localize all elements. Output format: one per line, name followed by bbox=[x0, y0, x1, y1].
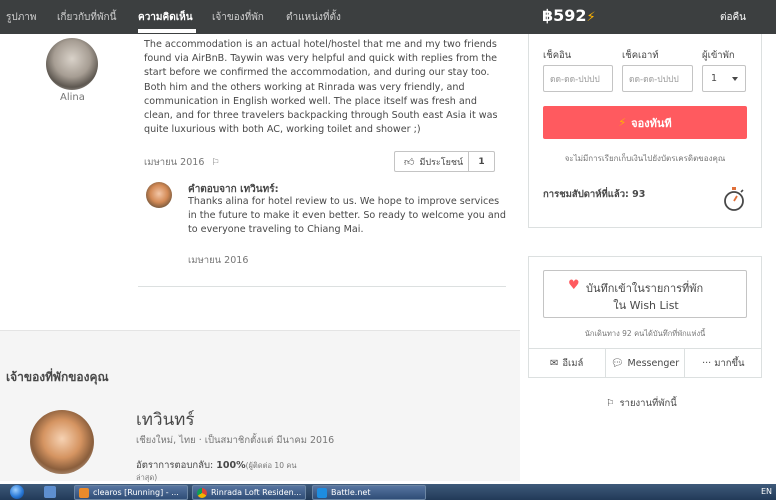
reply-date: เมษายน 2016 bbox=[188, 255, 249, 266]
envelope-icon: ✉ bbox=[549, 358, 559, 369]
tab-host[interactable]: เจ้าของที่พัก bbox=[212, 10, 264, 25]
response-rate-label: อัตราการตอบกลับ: bbox=[136, 460, 214, 471]
chrome-icon bbox=[197, 487, 207, 498]
share-more[interactable]: ··· มากขึ้น bbox=[685, 349, 762, 378]
windows-taskbar: clearos [Running] - ... Rinrada Loft Res… bbox=[0, 484, 776, 500]
report-listing-link[interactable]: ⚐ รายงานที่พักนี้ bbox=[606, 396, 677, 411]
host-name: เทวินทร์ bbox=[136, 410, 195, 430]
share-more-label: ··· มากขึ้น bbox=[702, 358, 745, 369]
review-divider bbox=[138, 286, 506, 287]
guests-value: 1 bbox=[711, 73, 718, 84]
review-date-row: เมษายน 2016 ⚐ bbox=[144, 155, 219, 170]
helpful-button[interactable]: 👍︎ มีประโยชน์ 1 bbox=[394, 151, 495, 172]
response-rate-note-2: ล่าสุด) bbox=[136, 473, 158, 482]
response-rate-note: (ผู้ติดต่อ 10 คน bbox=[245, 461, 297, 470]
checkin-date-input[interactable]: ดด-ดด-ปปปป bbox=[543, 65, 613, 92]
host-response-rate: อัตราการตอบกลับ: 100%(ผู้ติดต่อ 10 คน bbox=[136, 458, 297, 473]
flag-icon[interactable]: ⚐ bbox=[211, 158, 219, 168]
share-email-label: อีเมล์ bbox=[562, 358, 584, 369]
nightly-price: ฿592⚡ bbox=[542, 6, 596, 25]
instant-book-label: จองทันที bbox=[631, 116, 672, 130]
guests-select[interactable]: 1 bbox=[702, 65, 746, 92]
save-to-wishlist-button[interactable]: ♥ บันทึกเข้าในรายการที่พัก ใน Wish List bbox=[543, 270, 747, 318]
tab-location[interactable]: ตำแหน่งที่ตั้ง bbox=[286, 10, 341, 25]
host-avatar[interactable] bbox=[30, 410, 94, 474]
reviewer-avatar[interactable] bbox=[46, 38, 98, 90]
host-reply-avatar[interactable] bbox=[146, 182, 172, 208]
share-email[interactable]: ✉ อีเมล์ bbox=[528, 349, 607, 378]
caret-down-icon bbox=[732, 77, 738, 81]
stopwatch-icon bbox=[724, 187, 744, 211]
checkin-label: เช็คอิน bbox=[543, 50, 572, 61]
battlenet-icon bbox=[317, 487, 327, 498]
taskbar-item-virtualbox-label: clearos [Running] - ... bbox=[93, 488, 179, 497]
reply-text: Thanks alina for hotel review to us. We … bbox=[188, 196, 506, 236]
taskbar-item-battlenet-label: Battle.net bbox=[331, 488, 371, 497]
heart-icon: ♥ bbox=[568, 278, 580, 293]
price-value: ฿592 bbox=[542, 6, 587, 25]
start-button[interactable] bbox=[10, 485, 24, 499]
taskbar-item-chrome-label: Rinrada Loft Residen... bbox=[211, 488, 302, 497]
language-indicator[interactable]: EN bbox=[761, 487, 772, 496]
weekly-views: การชมสัปดาห์ที่แล้ว: 93 bbox=[543, 189, 646, 200]
checkout-date-input[interactable]: ดด-ดด-ปปปป bbox=[622, 65, 693, 92]
host-meta: เชียงใหม่, ไทย · เป็นสมาชิกตั้งแต่ มีนาค… bbox=[136, 435, 335, 446]
tab-about-listing[interactable]: เกี่ยวกับที่พักนี้ bbox=[57, 10, 116, 25]
wishlist-label-line2: ใน Wish List bbox=[613, 299, 679, 312]
share-messenger-label: Messenger bbox=[627, 358, 680, 369]
taskbar-item-chrome[interactable]: Rinrada Loft Residen... bbox=[192, 485, 306, 500]
messenger-icon: 💬︎ bbox=[610, 358, 624, 369]
host-section-title: เจ้าของที่พักของคุณ bbox=[6, 370, 109, 384]
thumbs-up-icon: 👍︎ bbox=[404, 156, 415, 168]
review-date: เมษายน 2016 bbox=[144, 157, 205, 168]
flag-icon: ⚐ bbox=[606, 398, 615, 409]
no-charge-note: จะไม่มีการเรียกเก็บเงินไปยังบัตรเครดิตขอ… bbox=[564, 154, 726, 163]
guests-label: ผู้เข้าพัก bbox=[702, 50, 735, 61]
share-messenger[interactable]: 💬︎ Messenger bbox=[606, 349, 685, 378]
taskbar-item-virtualbox[interactable]: clearos [Running] - ... bbox=[74, 485, 188, 500]
active-tab-indicator bbox=[138, 29, 196, 33]
taskbar-item-battlenet[interactable]: Battle.net bbox=[312, 485, 426, 500]
helpful-count: 1 bbox=[468, 152, 494, 171]
checkout-label: เช็คเอาท์ bbox=[622, 50, 659, 61]
reviewer-name[interactable]: Alina bbox=[60, 92, 85, 103]
lightning-icon: ⚡ bbox=[618, 116, 627, 129]
quick-launch-icon[interactable] bbox=[44, 486, 56, 498]
tab-reviews[interactable]: ความคิดเห็น bbox=[138, 10, 193, 25]
virtualbox-icon bbox=[79, 487, 89, 498]
instant-book-button[interactable]: ⚡ จองทันที bbox=[543, 106, 747, 139]
report-label: รายงานที่พักนี้ bbox=[619, 398, 677, 409]
top-navigation-bar: รูปภาพ เกี่ยวกับที่พักนี้ ความคิดเห็น เจ… bbox=[0, 0, 776, 34]
wishlist-label-line1: บันทึกเข้าในรายการที่พัก bbox=[586, 282, 704, 295]
lightning-icon: ⚡ bbox=[586, 10, 596, 25]
per-night-label: ต่อคืน bbox=[719, 12, 746, 23]
response-rate-value: 100% bbox=[216, 460, 246, 471]
helpful-label: มีประโยชน์ bbox=[419, 157, 464, 168]
wishlist-save-count: นักเดินทาง 92 คนได้บันทึกที่พักแห่งนี้ bbox=[584, 329, 706, 338]
review-text: The accommodation is an actual hotel/hos… bbox=[144, 39, 498, 136]
tab-photos[interactable]: รูปภาพ bbox=[6, 10, 37, 25]
share-row: ✉ อีเมล์ 💬︎ Messenger ··· มากขึ้น bbox=[528, 348, 762, 378]
